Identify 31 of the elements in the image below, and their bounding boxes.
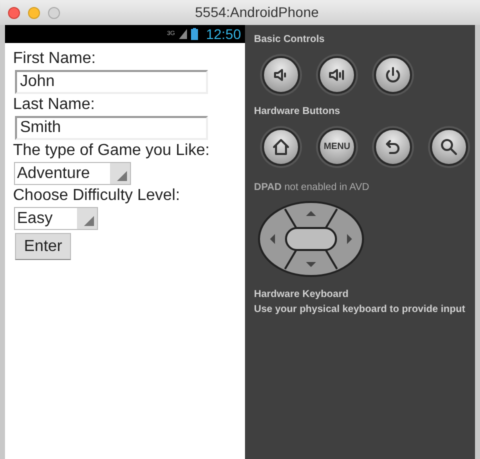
keyboard-hint: Use your physical keyboard to provide input <box>254 303 466 317</box>
section-title: Basic Controls <box>254 33 326 47</box>
field-label: Last Name: <box>13 95 95 115</box>
field-label: Choose Difficulty Level: <box>13 186 180 206</box>
back-button[interactable] <box>374 128 412 166</box>
dropdown-arrow-icon <box>117 171 127 181</box>
volume-down-button[interactable] <box>262 56 300 94</box>
enter-button[interactable]: Enter <box>15 233 72 260</box>
power-icon <box>383 65 403 85</box>
dropdown[interactable]: Adventure <box>14 162 131 185</box>
home-button[interactable] <box>262 128 300 166</box>
section-title: Hardware Buttons <box>254 105 342 119</box>
text-field[interactable]: John <box>15 70 208 94</box>
dropdown[interactable]: Easy <box>14 207 98 230</box>
clock: 12:50 <box>206 24 241 44</box>
power-button[interactable] <box>374 56 412 94</box>
menu-button[interactable]: MENU <box>318 128 356 166</box>
home-icon <box>271 137 291 157</box>
field-label: First Name: <box>13 49 96 69</box>
window-title: 5554:AndroidPhone <box>195 3 319 22</box>
volume-up-button[interactable] <box>318 56 356 94</box>
dpad-status: DPAD not enabled in AVD <box>254 181 370 195</box>
close-button[interactable] <box>8 6 20 18</box>
section-title: Hardware Keyboard <box>254 288 350 302</box>
search-icon <box>439 137 459 157</box>
text-field[interactable]: Smith <box>15 116 208 140</box>
battery-icon <box>190 28 198 40</box>
search-button[interactable] <box>430 128 468 166</box>
signal-icon <box>178 29 187 39</box>
field-label: The type of Game you Like: <box>13 141 210 161</box>
dropdown-arrow-icon <box>84 216 94 226</box>
